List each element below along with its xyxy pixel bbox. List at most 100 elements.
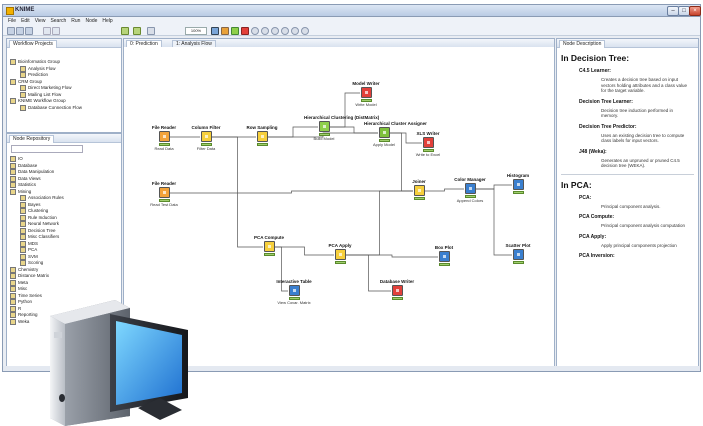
node-icon [20, 72, 26, 78]
folder-icon [10, 279, 16, 286]
node-pca-compute[interactable]: PCA Compute [249, 235, 289, 256]
node-description: Filter Data [196, 146, 216, 151]
tree-item-label: SVM [28, 253, 38, 259]
node-title: Box Plot [434, 245, 454, 250]
computer-illustration [50, 300, 188, 426]
tree-item-label: Prediction [28, 72, 49, 78]
folder-icon [10, 182, 16, 188]
tree-item-label: Distance Matrix [18, 273, 50, 279]
node-description-content: In Decision Tree: C4.5 Learner: Creates a … [561, 51, 694, 262]
save-icon[interactable] [25, 27, 33, 35]
folder-icon [10, 175, 16, 182]
node-icon [20, 221, 26, 227]
node-database-writer[interactable]: Database Writer [377, 279, 417, 300]
node-icon [20, 91, 26, 98]
node-description-header: Node Description [557, 39, 698, 48]
view-icon[interactable] [271, 27, 279, 35]
tree-item-label: Association Rules [28, 195, 64, 201]
zoom-select[interactable]: 100% [185, 27, 207, 35]
node-row-sampling[interactable]: Row Sampling [242, 125, 282, 146]
node-xls-writer[interactable]: XLS Writer Write to Excel [408, 131, 448, 157]
tree-item-label: MDS [28, 240, 38, 246]
node-icon [378, 127, 390, 138]
tree-item-label: Statistics [18, 182, 37, 188]
node-scatter-plot[interactable]: Scatter Plot [498, 243, 538, 264]
table-icon[interactable] [281, 27, 289, 35]
undo-icon[interactable] [43, 27, 51, 35]
node-title: Row Sampling [246, 125, 278, 130]
execute-icon[interactable] [121, 27, 129, 35]
menu-edit[interactable]: Edit [21, 17, 30, 25]
node-file-reader-1[interactable]: File Reader Read Data [144, 125, 184, 151]
node-icon [318, 121, 330, 132]
folder-icon [10, 305, 16, 312]
node-column-filter[interactable]: Column Filter Filter Data [186, 125, 226, 151]
node-icon [512, 249, 524, 260]
node-joiner[interactable]: Joiner [399, 179, 439, 200]
description-entry-text: Creates a decision tree based on input v… [601, 77, 688, 93]
window-title: KNIME [15, 7, 35, 13]
status-light-icon [391, 297, 403, 300]
menu-file[interactable]: File [8, 17, 16, 25]
node-description: Build Model [313, 136, 335, 141]
node-title: Hierarchical Clustering (DistMatrix) [304, 115, 380, 120]
node-icon [263, 241, 275, 252]
description-entry-name: Decision Tree Learner: [579, 98, 633, 105]
node-model-writer[interactable]: Model Writer Write Model [346, 81, 386, 107]
menu-help[interactable]: Help [102, 17, 112, 25]
workflow-projects-header: Workflow Projects [7, 39, 121, 48]
align-icon[interactable] [211, 27, 219, 35]
new-icon[interactable] [7, 27, 15, 35]
configure-icon[interactable] [221, 27, 229, 35]
node-icon [20, 234, 26, 240]
port-icon[interactable] [261, 27, 269, 35]
node-icon [20, 214, 26, 221]
cancel-icon[interactable] [241, 27, 249, 35]
workflow-projects-tab[interactable]: Workflow Projects [9, 40, 57, 48]
node-icon [464, 183, 476, 194]
node-description: Apply Model [372, 142, 395, 147]
node-title: Scatter Plot [505, 243, 531, 248]
execute-all-icon[interactable] [133, 27, 141, 35]
node-description-tab[interactable]: Node Description [559, 40, 606, 48]
node-file-reader-2[interactable]: File Reader Read Test Data [144, 181, 184, 207]
node-repository-tab[interactable]: Node Repository [9, 135, 55, 143]
node-icon [422, 137, 434, 148]
menu-view[interactable]: View [35, 17, 46, 25]
run-icon[interactable] [231, 27, 239, 35]
close-button[interactable]: × [689, 6, 701, 16]
menu-search[interactable]: Search [50, 17, 66, 25]
tree-item-label: Data Manipulation [18, 169, 55, 175]
node-icon [20, 253, 26, 260]
open-icon[interactable] [16, 27, 24, 35]
node-pca-apply[interactable]: PCA Apply [320, 243, 360, 264]
tree-item-label: IO [18, 156, 23, 162]
node-icon [20, 201, 26, 208]
menu-bar: File Edit View Search Run Node Help [3, 17, 700, 25]
redo-icon[interactable] [52, 27, 60, 35]
node-box-plot[interactable]: Box Plot [424, 245, 464, 266]
description-section-title: In PCA: [561, 179, 592, 190]
settings-icon[interactable] [301, 27, 309, 35]
node-icon [334, 249, 346, 260]
tree-item[interactable]: Database Connection Flow [10, 104, 82, 112]
folder-icon [10, 98, 16, 104]
repository-search-input[interactable] [11, 145, 83, 153]
description-entry-name: J48 (Weka): [579, 148, 607, 155]
folder-icon [10, 273, 16, 279]
node-hier-clustering[interactable]: Hierarchical Clustering (DistMatrix) Buil… [304, 115, 380, 141]
node-color-manager[interactable]: Color Manager Append Colors [450, 177, 490, 203]
node-histogram[interactable]: Histogram [498, 173, 538, 194]
tree-item-label: Bioinformatics Group [18, 59, 61, 65]
node-interactive-table[interactable]: Interactive Table View Covar. Matrix [274, 279, 314, 305]
menu-node[interactable]: Node [85, 17, 97, 25]
menu-run[interactable]: Run [71, 17, 80, 25]
tree-item-label: CRM Group [18, 78, 43, 84]
description-entry-text: Generates an unpruned or pruned C4.5 dec… [601, 157, 680, 169]
wizard-icon[interactable] [291, 27, 299, 35]
node-icon [20, 240, 26, 247]
node-hier-assigner[interactable]: Hierarchical Cluster Assigner Apply Model [364, 121, 427, 147]
node-icon [512, 179, 524, 190]
reset-icon[interactable] [251, 27, 259, 35]
search-icon[interactable] [147, 27, 155, 35]
